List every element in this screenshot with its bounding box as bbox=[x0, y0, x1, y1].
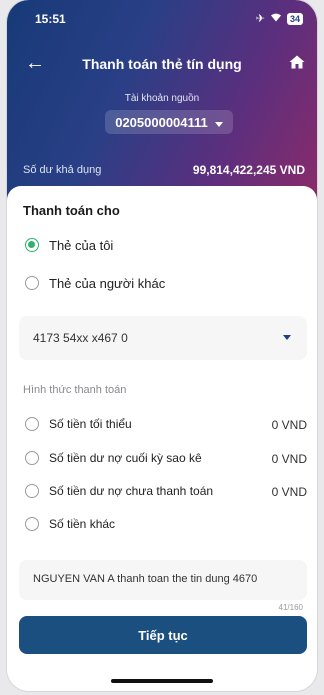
status-icons: ✈ 34 bbox=[256, 12, 303, 25]
balance-value: 99,814,422,245 VND bbox=[192, 163, 305, 177]
radio-selected-icon[interactable] bbox=[25, 238, 39, 252]
home-icon[interactable] bbox=[289, 55, 305, 69]
card-number: 4173 54xx x467 0 bbox=[33, 331, 128, 345]
continue-button[interactable]: Tiếp tục bbox=[19, 616, 307, 654]
radio-unselected-icon[interactable] bbox=[25, 276, 39, 290]
header-banner: 15:51 ✈ 34 ← Thanh toán thẻ tín dụng Tài… bbox=[7, 0, 317, 200]
status-bar: 15:51 ✈ 34 bbox=[35, 12, 303, 28]
description-text: NGUYEN VAN A thanh toan the tin dung 467… bbox=[33, 573, 258, 585]
option-label: Thẻ của tôi bbox=[49, 238, 114, 253]
radio-unselected-icon[interactable] bbox=[25, 484, 39, 498]
option-label: Thẻ của người khác bbox=[49, 276, 166, 291]
source-account-selector[interactable]: 0205000004111 bbox=[105, 110, 233, 134]
option-label: Số tiền khác bbox=[49, 517, 116, 531]
phone-screen: 15:51 ✈ 34 ← Thanh toán thẻ tín dụng Tài… bbox=[7, 0, 317, 691]
card-number-dropdown[interactable]: 4173 54xx x467 0 bbox=[19, 316, 307, 360]
character-counter: 41/160 bbox=[278, 603, 303, 612]
airplane-icon: ✈ bbox=[255, 13, 265, 25]
available-balance-row: Số dư khả dụng 99,814,422,245 VND bbox=[7, 158, 317, 184]
option-amount: 0 VND bbox=[271, 418, 307, 432]
option-amount: 0 VND bbox=[271, 485, 307, 499]
page-title: Thanh toán thẻ tín dụng bbox=[82, 56, 242, 72]
balance-label: Số dư khả dụng bbox=[23, 164, 102, 176]
option-label: Số tiền dư nợ cuối kỳ sao kê bbox=[49, 451, 202, 465]
payment-form: Thanh toán cho Thẻ của tôi Thẻ của người… bbox=[7, 186, 317, 691]
payment-method-label: Hình thức thanh toán bbox=[23, 384, 127, 396]
battery-icon: 34 bbox=[286, 12, 303, 25]
option-label: Số tiền dư nợ chưa thanh toán bbox=[49, 484, 214, 498]
wifi-icon bbox=[270, 12, 282, 25]
radio-unselected-icon[interactable] bbox=[25, 517, 39, 531]
section-title: Thanh toán cho bbox=[23, 203, 120, 218]
radio-unselected-icon[interactable] bbox=[25, 451, 39, 465]
home-indicator bbox=[111, 679, 213, 683]
chevron-down-icon bbox=[283, 335, 291, 340]
source-account-number: 0205000004111 bbox=[115, 114, 208, 130]
option-label: Số tiền tối thiểu bbox=[49, 417, 132, 431]
radio-unselected-icon[interactable] bbox=[25, 417, 39, 431]
status-time: 15:51 bbox=[35, 12, 66, 26]
chevron-down-icon bbox=[214, 115, 223, 130]
description-input[interactable]: NGUYEN VAN A thanh toan the tin dung 467… bbox=[19, 560, 307, 600]
option-amount: 0 VND bbox=[271, 452, 307, 466]
source-account-label: Tài khoản nguồn bbox=[124, 93, 200, 104]
